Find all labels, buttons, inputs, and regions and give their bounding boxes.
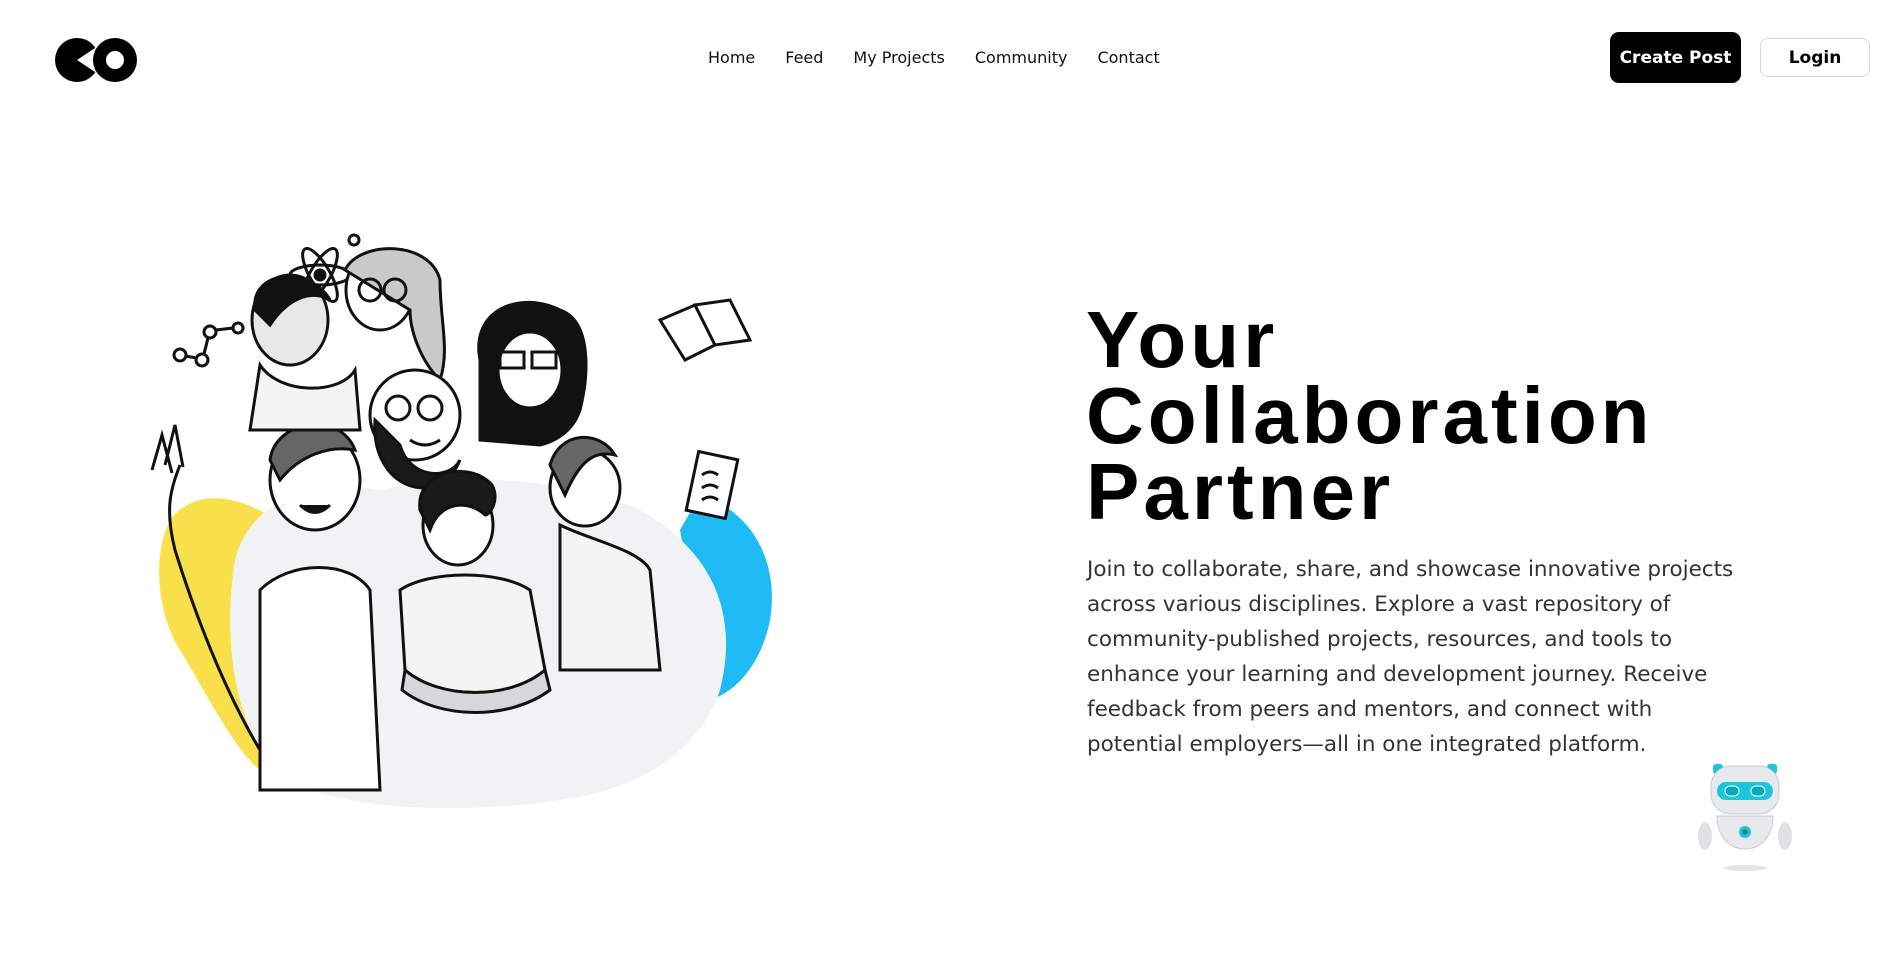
hero-illustration <box>150 233 772 809</box>
molecule-icon <box>172 321 245 368</box>
nav-home-link[interactable]: Home <box>708 47 755 69</box>
hero-title-line: Collaboration <box>1086 371 1654 460</box>
nav-community-link[interactable]: Community <box>975 47 1068 69</box>
logo-icon[interactable] <box>55 38 137 82</box>
create-post-button[interactable]: Create Post <box>1610 32 1741 83</box>
hero-title-line: Your <box>1086 295 1279 384</box>
hero-title-line: Partner <box>1086 447 1395 536</box>
hero-title: Your Collaboration Partner <box>1086 295 1806 536</box>
main-nav: Home Feed My Projects Community Contact <box>708 47 1160 69</box>
nav-my-projects-link[interactable]: My Projects <box>853 47 944 69</box>
robot-assistant-icon[interactable] <box>1695 760 1795 876</box>
site-header: Home Feed My Projects Community Contact … <box>0 0 1896 116</box>
book-icon <box>657 298 753 362</box>
nav-feed-link[interactable]: Feed <box>785 47 823 69</box>
document-icon <box>684 449 740 521</box>
login-button[interactable]: Login <box>1760 38 1870 77</box>
nav-contact-link[interactable]: Contact <box>1097 47 1159 69</box>
hero-description: Join to collaborate, share, and showcase… <box>1087 557 1734 757</box>
